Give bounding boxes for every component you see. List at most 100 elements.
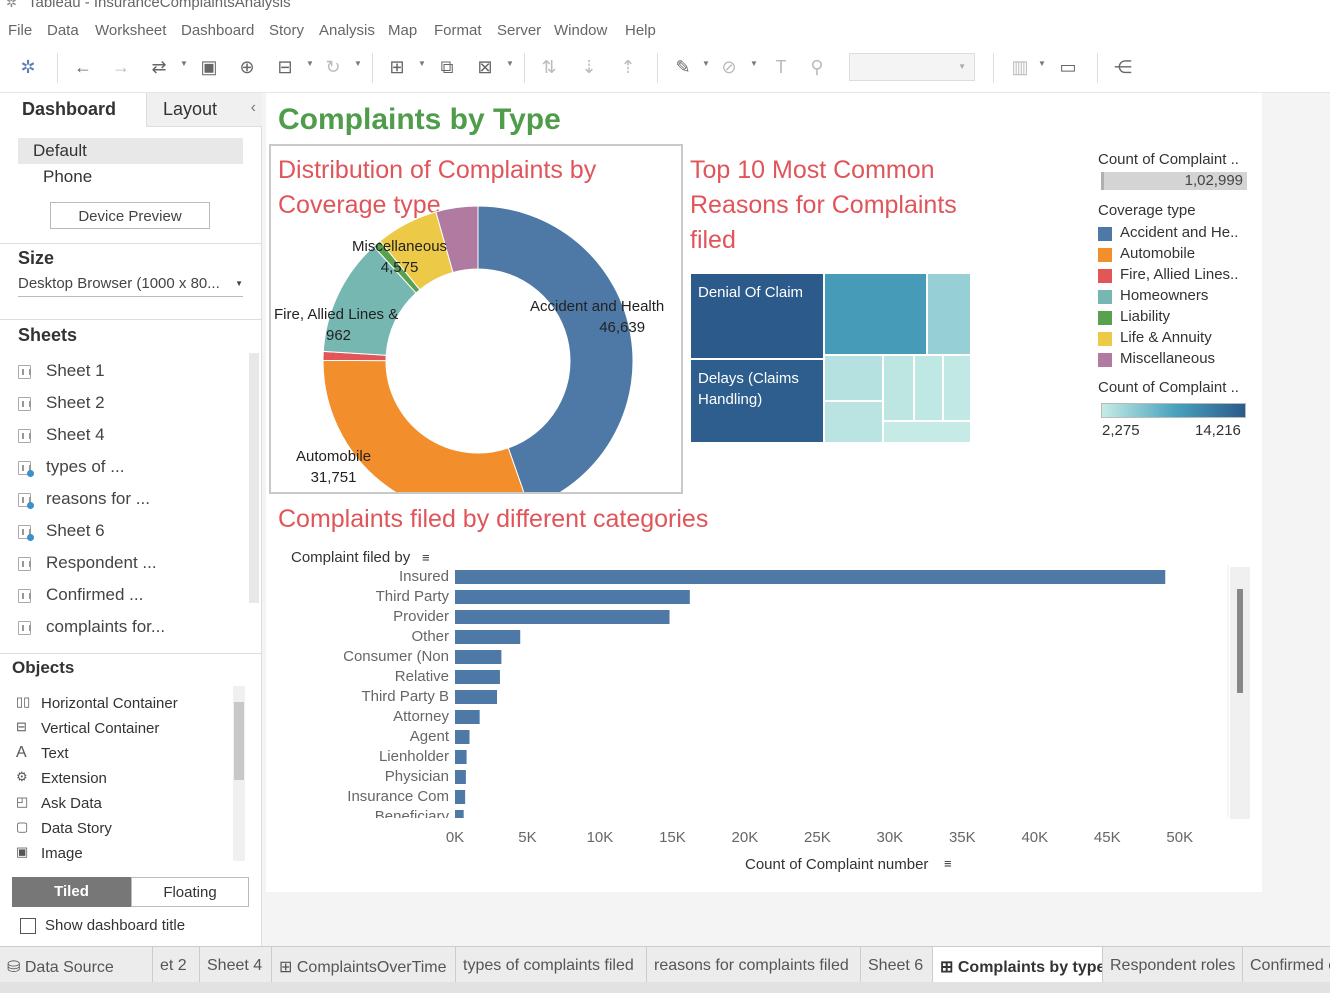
treemap-cell[interactable] [914,355,943,421]
treemap-cell[interactable] [943,355,971,421]
sort-descending-icon[interactable]: ⇡ [616,55,640,79]
chevron-down-icon[interactable]: ▼ [702,59,710,68]
chevron-down-icon[interactable]: ▼ [180,59,188,68]
sheet-item[interactable]: Sheet 4 [18,425,248,451]
sort-icon[interactable]: ≡ [944,856,952,871]
object-horizontal-container[interactable]: ▯▯ Horizontal Container [16,694,216,716]
floating-button[interactable]: Floating [131,877,249,907]
show-me-icon[interactable]: ▥ [1008,55,1032,79]
sheet-item[interactable]: Confirmed ... [18,585,248,611]
replace-data-source-icon[interactable]: ⇄ [147,55,171,79]
layout-default[interactable]: Default [18,138,243,164]
bar[interactable] [455,710,480,724]
treemap-cell[interactable] [824,401,883,443]
object-extension[interactable]: ⚙ Extension [16,769,216,791]
presentation-mode-icon[interactable]: ▭ [1056,55,1080,79]
treemap-cell[interactable] [883,421,971,443]
menu-help[interactable]: Help [625,22,656,39]
objects-scrollbar[interactable] [233,686,245,861]
treemap-chart[interactable]: Denial Of Claim Delays (Claims Handling) [690,273,971,443]
donut-slice[interactable] [477,205,634,492]
menu-file[interactable]: File [8,22,32,39]
bar[interactable] [455,630,521,644]
treemap-cell[interactable] [824,355,883,401]
menu-analysis[interactable]: Analysis [319,22,375,39]
bar[interactable] [455,570,1166,584]
tab-dashboard[interactable]: Dashboard [0,93,146,127]
menu-format[interactable]: Format [434,22,482,39]
sort-ascending-icon[interactable]: ⇣ [577,55,601,79]
sheet-item[interactable]: reasons for ... [18,489,248,515]
bar[interactable] [455,670,500,684]
object-vertical-container[interactable]: ⊟ Vertical Container [16,719,216,741]
save-icon[interactable]: ▣ [197,55,221,79]
tab-complaints-by-type[interactable]: ⊞ Complaints by type [933,947,1103,983]
refresh-icon[interactable]: ↻ [321,55,345,79]
sheet-item[interactable]: Respondent ... [18,553,248,579]
bar[interactable] [455,690,498,704]
menu-window[interactable]: Window [554,22,607,39]
layout-phone[interactable]: Phone [43,167,92,187]
treemap-cell[interactable]: Denial Of Claim [690,273,824,359]
device-preview-button[interactable]: Device Preview [50,202,210,229]
size-select[interactable]: Desktop Browser (1000 x 80... ▼ [18,275,243,297]
sheets-scrollbar[interactable] [249,353,259,603]
chevron-down-icon[interactable]: ▼ [418,59,426,68]
bar[interactable] [455,790,466,804]
bar[interactable] [455,730,470,744]
new-worksheet-icon[interactable]: ⊞ [385,55,409,79]
tableau-home-icon[interactable]: ✲ [16,55,40,79]
tab-data-source[interactable]: ⛁ Data Source [0,947,153,983]
x-axis-title[interactable]: Count of Complaint number [745,856,928,873]
object-ask-data[interactable]: ◰ Ask Data [16,794,216,816]
fix-axes-icon[interactable]: ⚲ [805,55,829,79]
tab-sheet-6[interactable]: Sheet 6 [861,947,933,983]
menu-server[interactable]: Server [497,22,541,39]
object-image[interactable]: ▣ Image [16,844,216,866]
treemap-cell[interactable] [883,355,914,421]
group-members-icon[interactable]: ⊘ [717,55,741,79]
chevron-down-icon[interactable]: ▼ [750,59,758,68]
tab-complaints-over-time[interactable]: ⊞ ComplaintsOverTime [272,947,456,983]
bar[interactable] [455,610,670,624]
bar[interactable] [455,750,467,764]
object-text[interactable]: A Text [16,744,216,766]
scrollbar-thumb[interactable] [234,702,244,780]
fit-dropdown[interactable]: ▼ [849,53,975,81]
sort-icon[interactable]: ≡ [422,550,430,565]
sheet-item[interactable]: Sheet 6 [18,521,248,547]
menu-worksheet[interactable]: Worksheet [95,22,166,39]
redo-icon[interactable]: → [109,55,133,79]
tab-types-of-complaints[interactable]: types of complaints filed [456,947,647,983]
undo-icon[interactable]: ← [71,55,95,79]
collapse-panel-icon[interactable]: ‹ [251,99,256,117]
bar[interactable] [455,590,690,604]
treemap-cell[interactable] [824,273,927,355]
tab-respondent-roles[interactable]: Respondent roles [1103,947,1243,983]
sheet-item[interactable]: types of ... [18,457,248,483]
menu-dashboard[interactable]: Dashboard [181,22,254,39]
clear-sheet-icon[interactable]: ⊠ [473,55,497,79]
treemap-cell[interactable] [927,273,971,355]
object-data-story[interactable]: ▢ Data Story [16,819,216,841]
bar[interactable] [455,770,466,784]
show-title-checkbox[interactable] [20,918,36,934]
tab-confirmed[interactable]: Confirmed c [1243,947,1330,983]
share-icon[interactable]: ⋲ [1111,55,1135,79]
new-data-source-icon[interactable]: ⊕ [235,55,259,79]
pause-updates-icon[interactable]: ⊟ [273,55,297,79]
swap-rows-columns-icon[interactable]: ⇅ [537,55,561,79]
tab-reasons-for-complaints[interactable]: reasons for complaints filed [647,947,861,983]
treemap-cell[interactable]: Delays (Claims Handling) [690,359,824,443]
tab-layout[interactable]: Layout ‹ [146,93,262,127]
tiled-button[interactable]: Tiled [12,877,131,907]
bar[interactable] [455,810,464,824]
bar-chart[interactable]: Complaint filed by ≡ Insured Third Party Pr… [278,545,1253,875]
menu-story[interactable]: Story [269,22,304,39]
highlight-icon[interactable]: ✎ [671,55,695,79]
scrollbar-thumb[interactable] [1237,589,1243,693]
sheet-item[interactable]: Sheet 1 [18,361,248,387]
show-mark-labels-icon[interactable]: T [769,55,793,79]
sheet-item[interactable]: Sheet 2 [18,393,248,419]
duplicate-icon[interactable]: ⧉ [435,55,459,79]
